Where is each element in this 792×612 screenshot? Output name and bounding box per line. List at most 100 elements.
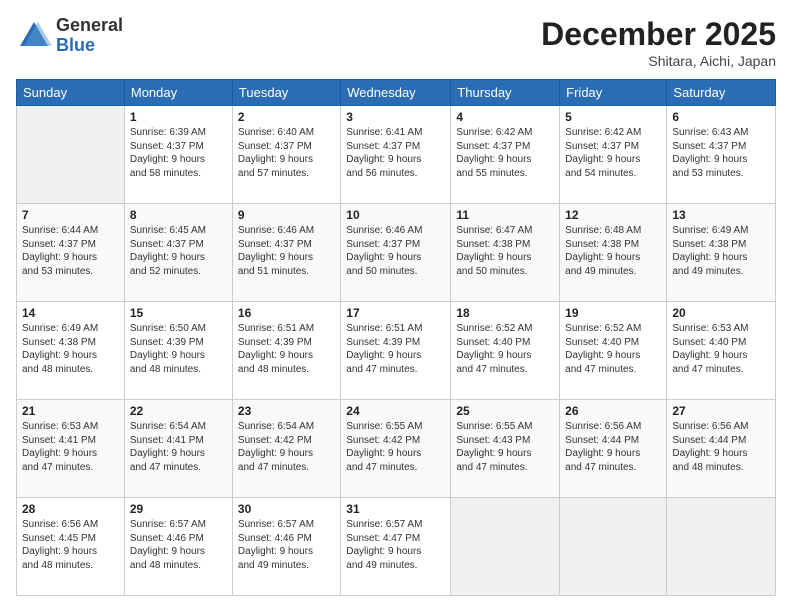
day-number: 31	[346, 502, 445, 516]
calendar-cell: 19 Sunrise: 6:52 AMSunset: 4:40 PMDayligh…	[560, 302, 667, 400]
calendar-cell: 29Sunrise: 6:57 AMSunset: 4:46 PMDayligh…	[124, 498, 232, 596]
cell-info: Sunrise: 6:51 AMSunset: 4:39 PMDaylight:…	[346, 322, 445, 376]
col-monday: Monday	[124, 80, 232, 106]
calendar: Sunday Monday Tuesday Wednesday Thursday…	[16, 79, 776, 596]
day-number: 21	[22, 404, 119, 418]
calendar-cell: 11 Sunrise: 6:47 AMSunset: 4:38 PMDayligh…	[451, 204, 560, 302]
calendar-cell	[667, 498, 776, 596]
cell-info: Sunrise: 6:41 AMSunset: 4:37 PMDaylight:…	[346, 126, 445, 180]
cell-info: Sunrise: 6:49 AMSunset: 4:38 PMDaylight:…	[22, 322, 119, 376]
calendar-cell: 26Sunrise: 6:56 AMSunset: 4:44 PMDayligh…	[560, 400, 667, 498]
day-number: 23	[238, 404, 335, 418]
calendar-cell: 31 Sunrise: 6:57 AMSunset: 4:47 PMDayligh…	[341, 498, 451, 596]
logo-icon	[16, 18, 52, 54]
calendar-week-row-0: 1 Sunrise: 6:39 AMSunset: 4:37 PMDaylight…	[17, 106, 776, 204]
day-number: 28	[22, 502, 119, 516]
day-number: 18	[456, 306, 554, 320]
day-number: 30	[238, 502, 335, 516]
cell-info: Sunrise: 6:55 AMSunset: 4:42 PMDaylight:…	[346, 420, 445, 474]
calendar-week-row-1: 7 Sunrise: 6:44 AMSunset: 4:37 PMDaylight…	[17, 204, 776, 302]
cell-info: Sunrise: 6:46 AMSunset: 4:37 PMDaylight:…	[238, 224, 335, 278]
calendar-cell: 21Sunrise: 6:53 AMSunset: 4:41 PMDayligh…	[17, 400, 125, 498]
cell-info: Sunrise: 6:45 AMSunset: 4:37 PMDaylight:…	[130, 224, 227, 278]
day-number: 19	[565, 306, 661, 320]
calendar-cell: 16 Sunrise: 6:51 AMSunset: 4:39 PMDayligh…	[232, 302, 340, 400]
header: General Blue December 2025 Shitara, Aich…	[16, 16, 776, 69]
day-number: 5	[565, 110, 661, 124]
cell-info: Sunrise: 6:42 AMSunset: 4:37 PMDaylight:…	[456, 126, 554, 180]
day-number: 16	[238, 306, 335, 320]
cell-info: Sunrise: 6:55 AMSunset: 4:43 PMDaylight:…	[456, 420, 554, 474]
calendar-cell: 24Sunrise: 6:55 AMSunset: 4:42 PMDayligh…	[341, 400, 451, 498]
day-number: 7	[22, 208, 119, 222]
calendar-cell: 25Sunrise: 6:55 AMSunset: 4:43 PMDayligh…	[451, 400, 560, 498]
day-number: 10	[346, 208, 445, 222]
cell-info: Sunrise: 6:40 AMSunset: 4:37 PMDaylight:…	[238, 126, 335, 180]
calendar-cell: 9 Sunrise: 6:46 AMSunset: 4:37 PMDaylight…	[232, 204, 340, 302]
cell-info: Sunrise: 6:54 AMSunset: 4:41 PMDaylight:…	[130, 420, 227, 474]
cell-info: Sunrise: 6:43 AMSunset: 4:37 PMDaylight:…	[672, 126, 770, 180]
day-number: 9	[238, 208, 335, 222]
col-sunday: Sunday	[17, 80, 125, 106]
cell-info: Sunrise: 6:50 AMSunset: 4:39 PMDaylight:…	[130, 322, 227, 376]
logo: General Blue	[16, 16, 123, 56]
day-number: 29	[130, 502, 227, 516]
calendar-cell: 10 Sunrise: 6:46 AMSunset: 4:37 PMDayligh…	[341, 204, 451, 302]
calendar-cell: 4 Sunrise: 6:42 AMSunset: 4:37 PMDaylight…	[451, 106, 560, 204]
day-number: 11	[456, 208, 554, 222]
logo-text: General Blue	[56, 16, 123, 56]
calendar-cell: 7 Sunrise: 6:44 AMSunset: 4:37 PMDaylight…	[17, 204, 125, 302]
day-number: 15	[130, 306, 227, 320]
day-number: 8	[130, 208, 227, 222]
cell-info: Sunrise: 6:56 AMSunset: 4:44 PMDaylight:…	[672, 420, 770, 474]
calendar-cell: 20 Sunrise: 6:53 AMSunset: 4:40 PMDayligh…	[667, 302, 776, 400]
cell-info: Sunrise: 6:48 AMSunset: 4:38 PMDaylight:…	[565, 224, 661, 278]
day-number: 12	[565, 208, 661, 222]
title-block: December 2025 Shitara, Aichi, Japan	[541, 16, 776, 69]
day-number: 26	[565, 404, 661, 418]
cell-info: Sunrise: 6:56 AMSunset: 4:45 PMDaylight:…	[22, 518, 119, 572]
cell-info: Sunrise: 6:57 AMSunset: 4:47 PMDaylight:…	[346, 518, 445, 572]
calendar-week-row-3: 21Sunrise: 6:53 AMSunset: 4:41 PMDayligh…	[17, 400, 776, 498]
day-number: 1	[130, 110, 227, 124]
cell-info: Sunrise: 6:51 AMSunset: 4:39 PMDaylight:…	[238, 322, 335, 376]
cell-info: Sunrise: 6:52 AMSunset: 4:40 PMDaylight:…	[456, 322, 554, 376]
cell-info: Sunrise: 6:47 AMSunset: 4:38 PMDaylight:…	[456, 224, 554, 278]
day-number: 4	[456, 110, 554, 124]
calendar-header-row: Sunday Monday Tuesday Wednesday Thursday…	[17, 80, 776, 106]
col-wednesday: Wednesday	[341, 80, 451, 106]
calendar-cell	[560, 498, 667, 596]
calendar-cell: 30 Sunrise: 6:57 AMSunset: 4:46 PMDayligh…	[232, 498, 340, 596]
cell-info: Sunrise: 6:57 AMSunset: 4:46 PMDaylight:…	[238, 518, 335, 572]
logo-general-text: General	[56, 16, 123, 36]
calendar-cell: 13Sunrise: 6:49 AMSunset: 4:38 PMDayligh…	[667, 204, 776, 302]
cell-info: Sunrise: 6:53 AMSunset: 4:40 PMDaylight:…	[672, 322, 770, 376]
cell-info: Sunrise: 6:42 AMSunset: 4:37 PMDaylight:…	[565, 126, 661, 180]
day-number: 13	[672, 208, 770, 222]
calendar-week-row-2: 14 Sunrise: 6:49 AMSunset: 4:38 PMDayligh…	[17, 302, 776, 400]
calendar-cell: 18 Sunrise: 6:52 AMSunset: 4:40 PMDayligh…	[451, 302, 560, 400]
location: Shitara, Aichi, Japan	[541, 53, 776, 69]
cell-info: Sunrise: 6:54 AMSunset: 4:42 PMDaylight:…	[238, 420, 335, 474]
day-number: 14	[22, 306, 119, 320]
calendar-cell: 12 Sunrise: 6:48 AMSunset: 4:38 PMDayligh…	[560, 204, 667, 302]
calendar-cell: 28 Sunrise: 6:56 AMSunset: 4:45 PMDayligh…	[17, 498, 125, 596]
cell-info: Sunrise: 6:52 AMSunset: 4:40 PMDaylight:…	[565, 322, 661, 376]
cell-info: Sunrise: 6:44 AMSunset: 4:37 PMDaylight:…	[22, 224, 119, 278]
day-number: 20	[672, 306, 770, 320]
day-number: 2	[238, 110, 335, 124]
cell-info: Sunrise: 6:46 AMSunset: 4:37 PMDaylight:…	[346, 224, 445, 278]
calendar-cell: 6 Sunrise: 6:43 AMSunset: 4:37 PMDaylight…	[667, 106, 776, 204]
calendar-cell	[17, 106, 125, 204]
col-tuesday: Tuesday	[232, 80, 340, 106]
calendar-cell: 5 Sunrise: 6:42 AMSunset: 4:37 PMDaylight…	[560, 106, 667, 204]
calendar-cell	[451, 498, 560, 596]
day-number: 6	[672, 110, 770, 124]
cell-info: Sunrise: 6:39 AMSunset: 4:37 PMDaylight:…	[130, 126, 227, 180]
day-number: 22	[130, 404, 227, 418]
calendar-cell: 27Sunrise: 6:56 AMSunset: 4:44 PMDayligh…	[667, 400, 776, 498]
calendar-cell: 3Sunrise: 6:41 AMSunset: 4:37 PMDaylight…	[341, 106, 451, 204]
calendar-cell: 1 Sunrise: 6:39 AMSunset: 4:37 PMDaylight…	[124, 106, 232, 204]
month-title: December 2025	[541, 16, 776, 53]
calendar-cell: 15 Sunrise: 6:50 AMSunset: 4:39 PMDayligh…	[124, 302, 232, 400]
